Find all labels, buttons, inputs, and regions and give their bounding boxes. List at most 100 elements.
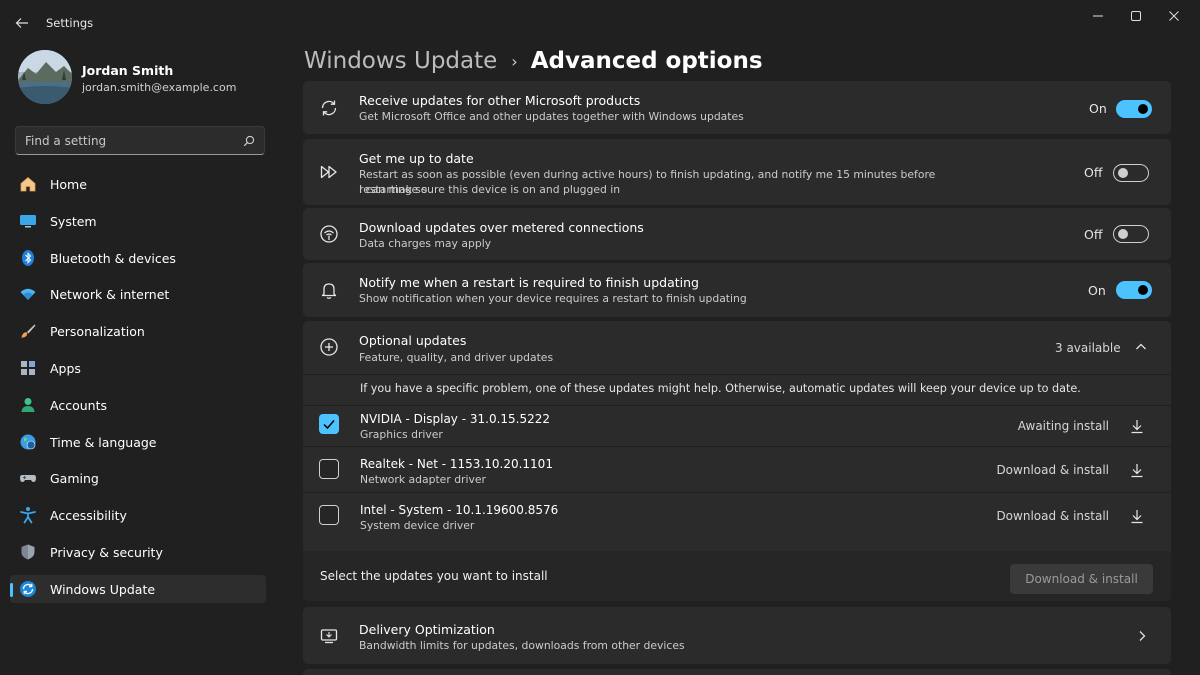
- update-status: Download & install: [996, 463, 1109, 477]
- maximize-icon: [1131, 11, 1141, 21]
- breadcrumb-separator: ›: [511, 51, 518, 71]
- update-type: Graphics driver: [360, 428, 443, 441]
- setting-title: Receive updates for other Microsoft prod…: [359, 93, 641, 108]
- home-icon: [20, 176, 36, 192]
- sidebar-item-gaming[interactable]: Gaming: [10, 464, 266, 492]
- toggle-state-label: Off: [1084, 165, 1103, 180]
- sidebar-item-windows-update[interactable]: Windows Update: [10, 574, 266, 603]
- update-row: Intel - System - 10.1.19600.8576 System …: [303, 494, 1171, 538]
- shield-icon: [21, 544, 35, 560]
- divider: [303, 492, 1171, 493]
- notify-restart-toggle[interactable]: [1116, 281, 1152, 299]
- title-bar: Settings: [0, 0, 1200, 44]
- setting-description-line2: I can make sure this device is on and pl…: [359, 183, 621, 196]
- back-arrow-icon: [15, 18, 28, 28]
- user-name: Jordan Smith: [82, 63, 174, 78]
- setting-description: Get Microsoft Office and other updates t…: [359, 110, 744, 123]
- setting-title: Download updates over metered connection…: [359, 220, 644, 235]
- sidebar-item-bluetooth[interactable]: Bluetooth & devices: [10, 244, 266, 272]
- sidebar-item-time-language[interactable]: Time & language: [10, 428, 266, 456]
- update-row: NVIDIA - Display - 31.0.15.5222 Graphics…: [303, 406, 1171, 446]
- checkmark-icon: [323, 420, 335, 430]
- other-products-toggle[interactable]: [1116, 100, 1152, 118]
- accounts-icon: [21, 397, 35, 412]
- app-title: Settings: [46, 16, 94, 30]
- sync-icon: [321, 100, 337, 116]
- setting-card-delivery-optimization[interactable]: Delivery Optimization Bandwidth limits f…: [303, 607, 1171, 664]
- sidebar-item-accounts[interactable]: Accounts: [10, 391, 266, 419]
- sidebar-item-apps[interactable]: Apps: [10, 354, 266, 382]
- download-icon[interactable]: [1129, 508, 1145, 524]
- metered-toggle[interactable]: [1113, 225, 1149, 243]
- next-card-edge: [303, 669, 1171, 675]
- close-button[interactable]: [1156, 4, 1192, 28]
- divider: [303, 374, 1171, 375]
- install-bar: Select the updates you want to install D…: [303, 551, 1171, 601]
- setting-card-metered: Download updates over metered connection…: [303, 208, 1171, 260]
- setting-title: Delivery Optimization: [359, 622, 495, 637]
- breadcrumb-parent-link[interactable]: Windows Update: [304, 48, 497, 74]
- toggle-knob: [1138, 285, 1148, 295]
- download-icon[interactable]: [1129, 418, 1145, 434]
- update-status: Awaiting install: [1017, 419, 1109, 433]
- chevron-up-icon: [1136, 343, 1146, 350]
- toggle-knob: [1118, 229, 1128, 239]
- update-icon: [20, 580, 36, 597]
- fast-forward-icon: [320, 165, 337, 179]
- setting-description: Bandwidth limits for updates, downloads …: [359, 639, 685, 652]
- system-icon: [20, 214, 36, 228]
- divider: [303, 446, 1171, 447]
- search-icon: [243, 135, 255, 147]
- sidebar-item-system[interactable]: System: [10, 207, 266, 235]
- page-title: Advanced options: [530, 48, 763, 74]
- update-status: Download & install: [996, 509, 1109, 523]
- gamepad-icon: [20, 475, 36, 483]
- apps-icon: [21, 360, 35, 375]
- setting-description: Show notification when your device requi…: [359, 292, 747, 305]
- minimize-button[interactable]: [1080, 4, 1116, 28]
- download-icon[interactable]: [1129, 462, 1145, 478]
- chevron-right-icon: [1139, 631, 1146, 641]
- setting-card-get-up-to-date: Get me up to date Restart as soon as pos…: [303, 139, 1171, 205]
- globe-icon: [20, 434, 36, 450]
- update-checkbox[interactable]: [319, 505, 339, 525]
- toggle-state-label: On: [1089, 101, 1107, 116]
- user-email: jordan.smith@example.com: [82, 81, 237, 94]
- get-up-to-date-toggle[interactable]: [1113, 164, 1149, 182]
- update-type: System device driver: [360, 519, 475, 532]
- setting-card-notify-restart: Notify me when a restart is required to …: [303, 263, 1171, 317]
- maximize-button[interactable]: [1118, 4, 1154, 28]
- close-icon: [1169, 11, 1179, 21]
- update-row: Realtek - Net - 1153.10.20.1101 Network …: [303, 448, 1171, 492]
- search-input[interactable]: Find a setting: [15, 126, 265, 155]
- back-button[interactable]: [10, 12, 34, 34]
- toggle-state-label: Off: [1084, 227, 1103, 242]
- update-name: NVIDIA - Display - 31.0.15.5222: [360, 412, 551, 426]
- metered-connection-icon: [320, 225, 338, 243]
- update-name: Realtek - Net - 1153.10.20.1101: [360, 457, 553, 471]
- update-name: Intel - System - 10.1.19600.8576: [360, 503, 559, 517]
- sidebar-item-accessibility[interactable]: Accessibility: [10, 501, 266, 529]
- optional-updates-panel: Optional updates Feature, quality, and d…: [303, 321, 1171, 601]
- toggle-knob: [1118, 168, 1128, 178]
- select-updates-hint: Select the updates you want to install: [320, 569, 548, 583]
- optional-updates-header[interactable]: Optional updates Feature, quality, and d…: [303, 321, 1171, 374]
- sidebar-item-personalization[interactable]: Personalization: [10, 317, 266, 345]
- toggle-state-label: On: [1088, 283, 1106, 298]
- add-circle-icon: [320, 338, 338, 356]
- update-checkbox[interactable]: [319, 459, 339, 479]
- download-install-button[interactable]: Download & install: [1010, 564, 1153, 594]
- sidebar-item-network[interactable]: Network & internet: [10, 280, 266, 308]
- optional-updates-info: If you have a specific problem, one of t…: [360, 382, 1081, 395]
- setting-description: Data charges may apply: [359, 237, 492, 250]
- toggle-knob: [1138, 104, 1148, 114]
- setting-description: Feature, quality, and driver updates: [359, 351, 554, 364]
- sidebar-item-privacy[interactable]: Privacy & security: [10, 538, 266, 566]
- setting-card-other-products: Receive updates for other Microsoft prod…: [303, 81, 1171, 134]
- brush-icon: [21, 324, 36, 338]
- setting-title: Get me up to date: [359, 151, 474, 166]
- sidebar-item-home[interactable]: Home: [10, 170, 266, 198]
- wifi-icon: [20, 289, 36, 301]
- user-profile[interactable]: Jordan Smith jordan.smith@example.com: [18, 50, 268, 106]
- update-checkbox[interactable]: [319, 414, 339, 434]
